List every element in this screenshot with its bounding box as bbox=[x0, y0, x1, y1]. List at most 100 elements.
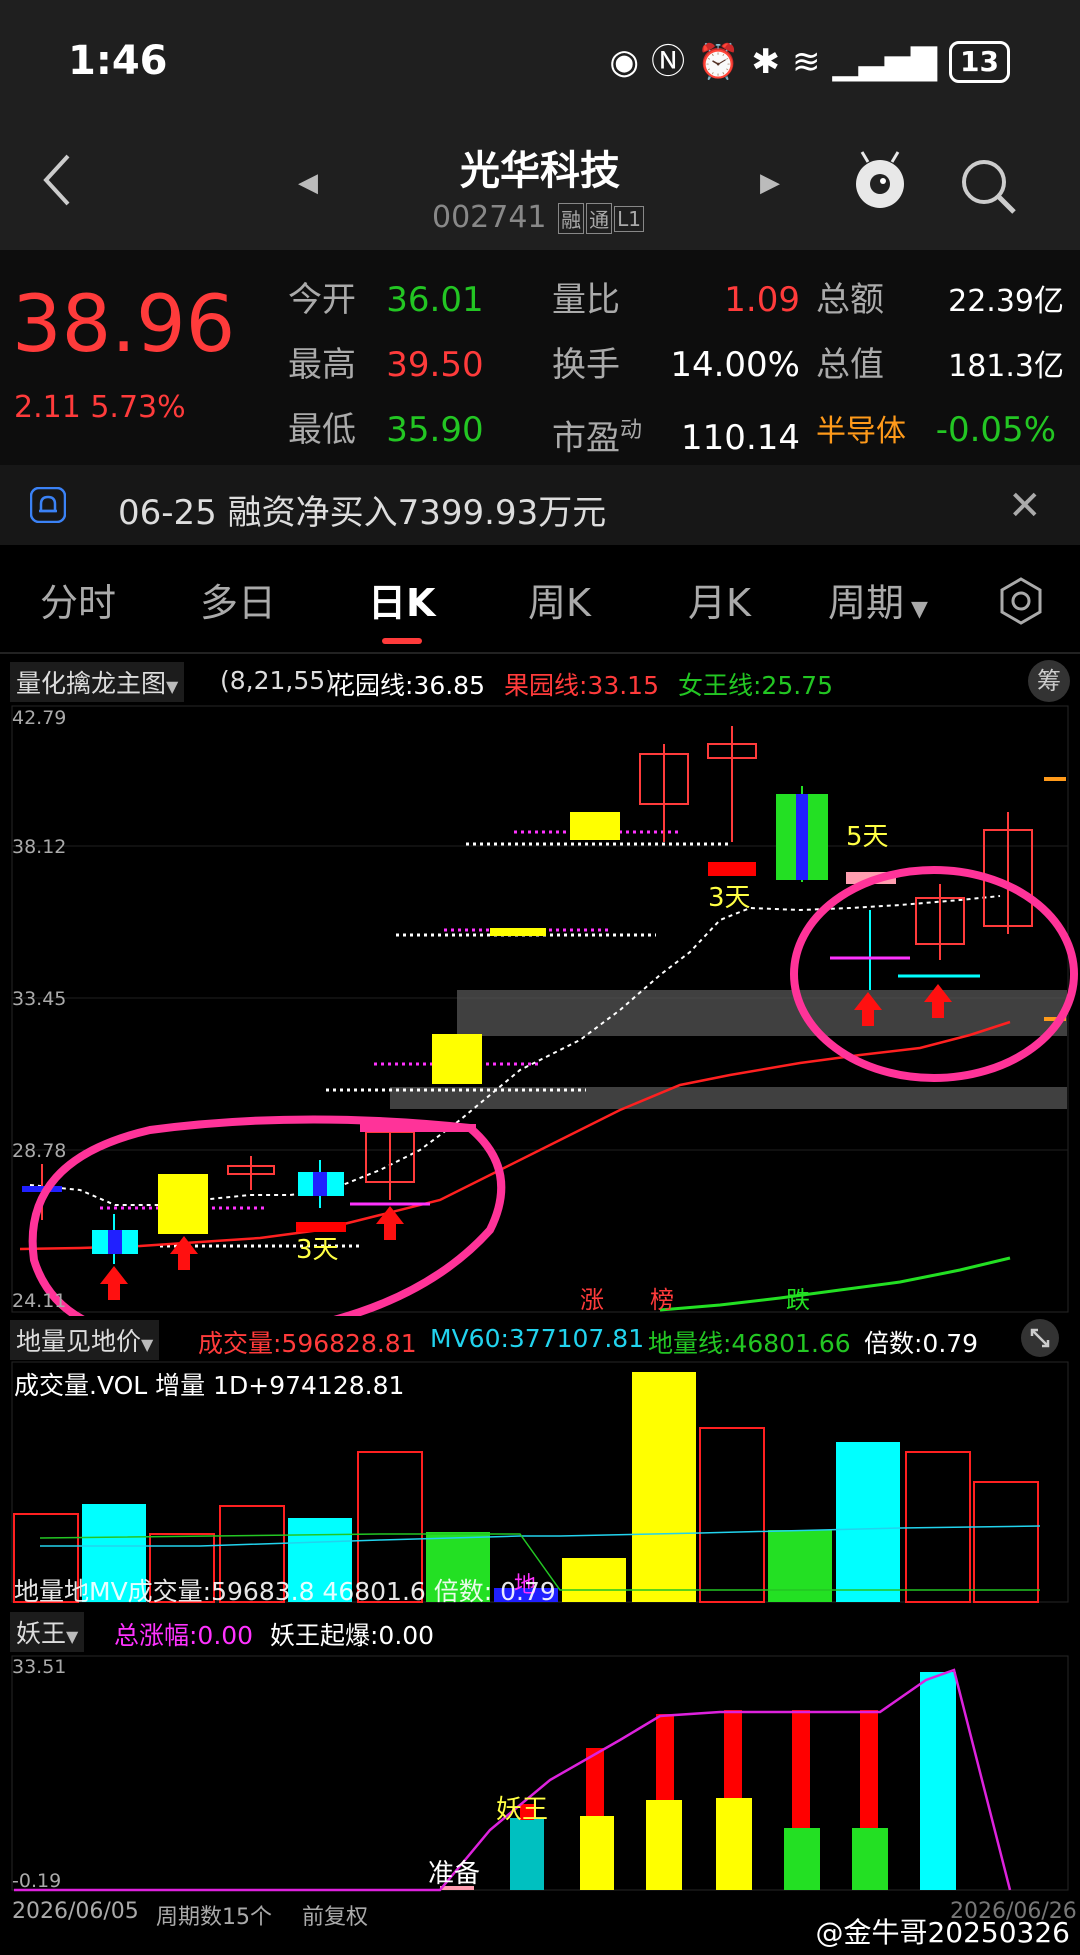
chart-tabs: 分时 多日 日K 周K 月K 周期 ▼ bbox=[0, 560, 1080, 650]
main-indicator-row: 量化擒龙主图▼ (8,21,55) 花园线:36.85 果园线:33.15 女王… bbox=[0, 660, 1080, 702]
diliang-line-value: 地量线:46801.66 bbox=[648, 1329, 851, 1358]
yao-chart[interactable]: 妖王 准备 bbox=[0, 1652, 1080, 1892]
total-gain-value: 总涨幅:0.00 bbox=[114, 1621, 254, 1650]
stock-header: ◀ 光华科技 002741 融通 L1 ▶ bbox=[0, 120, 1080, 250]
yao-breakout-value: 妖王起爆:0.00 bbox=[270, 1621, 435, 1650]
yao-indicator-row: 妖王▼ 总涨幅:0.00 妖王起爆:0.00 bbox=[0, 1610, 1080, 1652]
quote-col-3: 总额 22.39亿 总值 181.3亿 半导体 -0.05% bbox=[816, 268, 1064, 463]
garden-line-value: 花园线:36.85 bbox=[330, 671, 485, 700]
sector-value: -0.05% bbox=[935, 410, 1056, 450]
mv60-value: MV60:377107.81 bbox=[430, 1324, 645, 1353]
bluetooth-icon: ✱ bbox=[751, 42, 780, 82]
label-yaowang: 妖王 bbox=[496, 1795, 548, 1825]
period-count: 周期数15个 bbox=[156, 1905, 272, 1930]
active-tab-indicator bbox=[382, 638, 422, 644]
yao-indicator-name: 妖王 bbox=[16, 1619, 67, 1648]
price-axis-2: 38.12 bbox=[12, 836, 67, 858]
chevron-down-icon: ▼ bbox=[166, 677, 179, 696]
search-icon[interactable] bbox=[958, 156, 1018, 216]
eye-icon: ◉ bbox=[609, 42, 640, 82]
tab-daily-k[interactable]: 日K bbox=[368, 572, 435, 627]
yao-axis-top: 33.51 bbox=[12, 1656, 67, 1678]
volume-indicator-selector[interactable]: 地量见地价▼ bbox=[10, 1320, 160, 1360]
stock-name: 光华科技 bbox=[460, 148, 620, 194]
pe-label: 市盈 bbox=[552, 418, 620, 459]
price-axis-1: 42.79 bbox=[12, 707, 67, 729]
quote-panel: 38.96 2.11 5.73% 今开 36.01 最高 39.50 最低 35… bbox=[0, 250, 1080, 465]
tab-period-label: 周期 bbox=[828, 581, 905, 625]
volume-value: 成交量:596828.81 bbox=[198, 1329, 417, 1358]
stock-code: 002741 融通 L1 bbox=[432, 200, 644, 235]
status-bar: 1:46 ◉ Ⓝ ⏰ ✱ ≋ ▁▃▅▇ 13 bbox=[0, 0, 1080, 120]
sector-label[interactable]: 半导体 bbox=[816, 414, 906, 449]
label-3-days-b: 3天 bbox=[296, 1235, 339, 1265]
market-cap-value: 181.3亿 bbox=[948, 349, 1064, 384]
pe-value: 110.14 bbox=[681, 418, 801, 459]
close-icon[interactable]: ✕ bbox=[1008, 483, 1042, 529]
main-indicator-selector[interactable]: 量化擒龙主图▼ bbox=[10, 662, 185, 702]
tag-l1: L1 bbox=[614, 205, 644, 232]
battery-icon: 13 bbox=[949, 41, 1010, 83]
volume-overlay-text-2: 地量地MV成交量:59683.8 46801.6 倍数: 0.79 bbox=[14, 1577, 556, 1606]
tag-rong: 融 bbox=[558, 203, 585, 234]
last-price: 38.96 bbox=[12, 280, 236, 370]
tab-monthly-k[interactable]: 月K bbox=[688, 572, 751, 627]
alarm-icon: ⏰ bbox=[697, 42, 740, 82]
chevron-down-icon: ▼ bbox=[904, 597, 928, 622]
status-time: 1:46 bbox=[68, 38, 168, 84]
quote-col-1: 今开 36.01 最高 39.50 最低 35.90 bbox=[288, 268, 484, 463]
market-cap-label: 总值 bbox=[816, 345, 884, 385]
tab-period[interactable]: 周期 ▼ bbox=[828, 572, 928, 627]
price-axis-3: 33.45 bbox=[12, 988, 67, 1010]
pe-sup: 动 bbox=[620, 418, 643, 443]
annotation-circle-left bbox=[28, 1115, 506, 1316]
chevron-down-icon: ▼ bbox=[141, 1335, 154, 1354]
start-date: 2026/06/05 bbox=[12, 1899, 139, 1924]
next-stock-icon[interactable]: ▶ bbox=[760, 168, 780, 198]
quote-col-2: 量比 1.09 换手 14.00% 市盈动 110.14 bbox=[552, 268, 800, 463]
signal-icon: ▁▃▅▇ bbox=[832, 42, 938, 82]
label-5-days: 5天 bbox=[846, 822, 889, 852]
yao-indicator-selector[interactable]: 妖王▼ bbox=[10, 1612, 85, 1652]
label-zhunbei: 准备 bbox=[428, 1859, 480, 1889]
price-change: 2.11 5.73% bbox=[14, 390, 186, 425]
annotation-circle-right bbox=[790, 866, 1078, 1082]
chevron-down-icon: ▼ bbox=[66, 1627, 79, 1646]
open-label: 今开 bbox=[288, 280, 356, 320]
label-die: 跌 bbox=[786, 1286, 810, 1314]
tag-tong: 通 bbox=[586, 203, 613, 234]
tab-multiday[interactable]: 多日 bbox=[200, 572, 276, 627]
label-bang: 榜 bbox=[650, 1286, 674, 1314]
chip-button[interactable]: 筹 bbox=[1028, 660, 1070, 702]
volume-indicator-name: 地量见地价 bbox=[16, 1327, 142, 1356]
change-value: 2.11 bbox=[14, 390, 81, 425]
volume-ratio-value: 1.09 bbox=[724, 280, 800, 320]
notice-bar[interactable]: 06-25 融资净买入7399.93万元 ✕ bbox=[0, 465, 1080, 545]
tab-intraday[interactable]: 分时 bbox=[40, 572, 116, 627]
open-value: 36.01 bbox=[386, 280, 484, 320]
multiple-value: 倍数:0.79 bbox=[864, 1329, 979, 1358]
price-axis-5: 24.11 bbox=[12, 1290, 67, 1312]
adjust-mode[interactable]: 前复权 bbox=[302, 1899, 368, 1931]
price-axis-4: 28.78 bbox=[12, 1140, 67, 1162]
orchard-line-value: 果园线:33.15 bbox=[504, 671, 659, 700]
queen-line-value: 女王线:25.75 bbox=[678, 671, 833, 700]
main-indicator-params: (8,21,55) bbox=[220, 666, 335, 695]
nfc-icon: Ⓝ bbox=[651, 42, 686, 82]
turnover-value: 14.00% bbox=[670, 345, 800, 385]
turnover-label: 换手 bbox=[552, 345, 620, 385]
label-zhang: 涨 bbox=[580, 1286, 604, 1314]
assistant-robot-icon[interactable] bbox=[852, 148, 908, 212]
low-value: 35.90 bbox=[386, 410, 484, 450]
volume-indicator-row: 地量见地价▼ 成交量:596828.81 MV60:377107.81 地量线:… bbox=[0, 1318, 1080, 1360]
kline-chart[interactable]: 5天 3天 3天 涨 榜 跌 bbox=[0, 704, 1080, 1316]
bell-icon bbox=[30, 487, 66, 523]
settings-icon[interactable] bbox=[996, 576, 1046, 626]
main-indicator-name: 量化擒龙主图 bbox=[16, 669, 167, 698]
label-3-days-a: 3天 bbox=[708, 883, 751, 913]
change-pct: 5.73% bbox=[90, 390, 186, 425]
amount-label: 总额 bbox=[816, 280, 884, 320]
tab-weekly-k[interactable]: 周K bbox=[528, 572, 591, 627]
volume-ratio-label: 量比 bbox=[552, 280, 620, 320]
expand-icon[interactable] bbox=[1020, 1318, 1060, 1358]
